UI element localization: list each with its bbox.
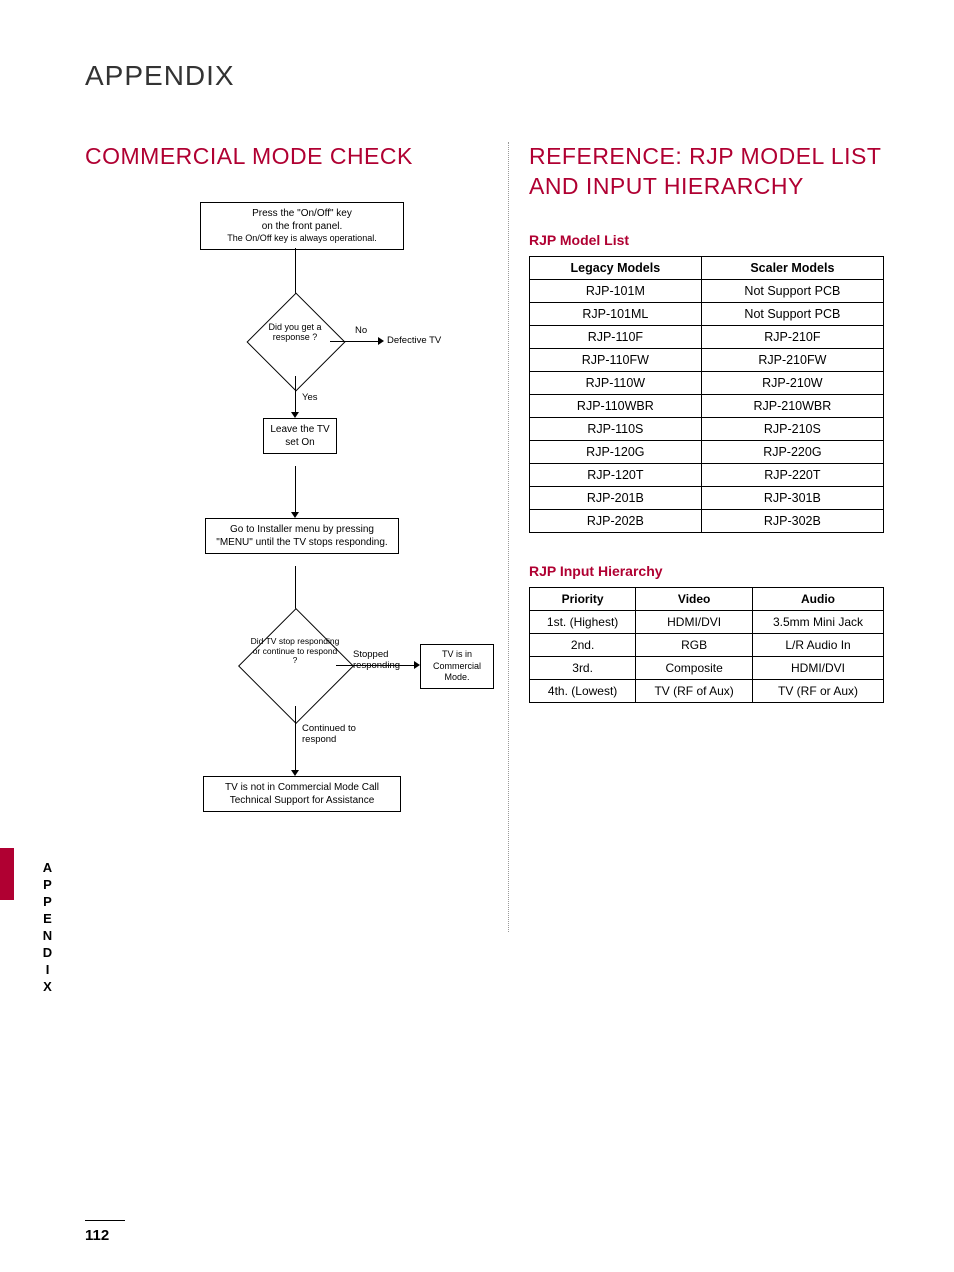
cell-legacy: RJP-120G	[529, 440, 701, 463]
flow-start-line2: on the front panel.	[207, 220, 397, 233]
hierarchy-table: Priority Video Audio 1st. (Highest)HDMI/…	[529, 587, 884, 703]
th-audio: Audio	[753, 587, 884, 610]
table-row: RJP-120GRJP-220G	[529, 440, 883, 463]
table-row: 1st. (Highest)HDMI/DVI3.5mm Mini Jack	[529, 610, 883, 633]
flow-installer-box: Go to Installer menu by pressing "MENU" …	[205, 518, 399, 554]
cell-legacy: RJP-101M	[529, 279, 701, 302]
cell-priority: 3rd.	[529, 656, 635, 679]
cell-video: TV (RF of Aux)	[636, 679, 753, 702]
cell-audio: HDMI/DVI	[753, 656, 884, 679]
page-title: APPENDIX	[85, 60, 884, 92]
cell-scaler: RJP-210S	[701, 417, 883, 440]
table-header-row: Legacy Models Scaler Models	[529, 256, 883, 279]
cell-scaler: RJP-210WBR	[701, 394, 883, 417]
cell-scaler: RJP-220T	[701, 463, 883, 486]
flow-line	[295, 376, 296, 414]
th-legacy: Legacy Models	[529, 256, 701, 279]
cell-scaler: RJP-220G	[701, 440, 883, 463]
commercial-mode-heading: COMMERCIAL MODE CHECK	[85, 142, 488, 172]
table-row: RJP-110SRJP-210S	[529, 417, 883, 440]
flow-line	[295, 466, 296, 514]
table-row: 2nd.RGBL/R Audio In	[529, 633, 883, 656]
flow-decision-2-text: Did TV stop responding or continue to re…	[250, 637, 340, 666]
flow-start-line1: Press the "On/Off" key	[207, 207, 397, 220]
cell-legacy: RJP-202B	[529, 509, 701, 532]
flow-start-line3: The On/Off key is always operational.	[207, 233, 397, 245]
table-row: 3rd.CompositeHDMI/DVI	[529, 656, 883, 679]
cell-legacy: RJP-101ML	[529, 302, 701, 325]
reference-heading: REFERENCE: RJP MODEL LIST AND INPUT HIER…	[529, 142, 884, 202]
flow-no-label: No	[355, 326, 367, 337]
arrow-right-icon	[378, 337, 384, 345]
flow-yes-label: Yes	[302, 393, 318, 404]
cell-legacy: RJP-110WBR	[529, 394, 701, 417]
cell-legacy: RJP-110F	[529, 325, 701, 348]
table-row: RJP-120TRJP-220T	[529, 463, 883, 486]
table-row: RJP-110FRJP-210F	[529, 325, 883, 348]
table-row: 4th. (Lowest)TV (RF of Aux)TV (RF or Aux…	[529, 679, 883, 702]
cell-priority: 4th. (Lowest)	[529, 679, 635, 702]
left-column: COMMERCIAL MODE CHECK Press the "On/Off"…	[85, 142, 508, 932]
cell-audio: 3.5mm Mini Jack	[753, 610, 884, 633]
cell-scaler: RJP-302B	[701, 509, 883, 532]
cell-scaler: RJP-210F	[701, 325, 883, 348]
cell-legacy: RJP-110W	[529, 371, 701, 394]
flow-commercial-box: TV is in Commercial Mode.	[420, 644, 494, 689]
cell-scaler: RJP-210W	[701, 371, 883, 394]
cell-scaler: RJP-210FW	[701, 348, 883, 371]
th-video: Video	[636, 587, 753, 610]
model-list-title: RJP Model List	[529, 232, 884, 248]
flow-leave-on: Leave the TV set On	[263, 418, 337, 454]
cell-scaler: Not Support PCB	[701, 302, 883, 325]
flow-line	[295, 706, 296, 772]
table-header-row: Priority Video Audio	[529, 587, 883, 610]
cell-priority: 1st. (Highest)	[529, 610, 635, 633]
table-row: RJP-201BRJP-301B	[529, 486, 883, 509]
flow-line	[330, 341, 380, 342]
table-row: RJP-110WBRRJP-210WBR	[529, 394, 883, 417]
table-row: RJP-202BRJP-302B	[529, 509, 883, 532]
model-list-table: Legacy Models Scaler Models RJP-101MNot …	[529, 256, 884, 533]
flow-continued-label: Continued to respond	[302, 724, 362, 746]
table-row: RJP-101MLNot Support PCB	[529, 302, 883, 325]
cell-scaler: Not Support PCB	[701, 279, 883, 302]
right-column: REFERENCE: RJP MODEL LIST AND INPUT HIER…	[508, 142, 884, 932]
page-number: 112	[85, 1220, 125, 1244]
table-row: RJP-110WRJP-210W	[529, 371, 883, 394]
table-row: RJP-101MNot Support PCB	[529, 279, 883, 302]
flow-decision-1-text: Did you get a response ?	[250, 322, 340, 343]
cell-legacy: RJP-110S	[529, 417, 701, 440]
flow-not-commercial-box: TV is not in Commercial Mode Call Techni…	[203, 776, 401, 812]
cell-video: RGB	[636, 633, 753, 656]
cell-video: Composite	[636, 656, 753, 679]
hierarchy-title: RJP Input Hierarchy	[529, 563, 884, 579]
cell-scaler: RJP-301B	[701, 486, 883, 509]
table-row: RJP-110FWRJP-210FW	[529, 348, 883, 371]
cell-legacy: RJP-201B	[529, 486, 701, 509]
cell-audio: TV (RF or Aux)	[753, 679, 884, 702]
flow-start-box: Press the "On/Off" key on the front pane…	[200, 202, 404, 250]
cell-legacy: RJP-120T	[529, 463, 701, 486]
cell-priority: 2nd.	[529, 633, 635, 656]
cell-legacy: RJP-110FW	[529, 348, 701, 371]
th-scaler: Scaler Models	[701, 256, 883, 279]
cell-video: HDMI/DVI	[636, 610, 753, 633]
cell-audio: L/R Audio In	[753, 633, 884, 656]
flow-defective-tv: Defective TV	[387, 336, 441, 347]
flow-stopped-label: Stopped responding	[353, 650, 413, 672]
flowchart: Press the "On/Off" key on the front pane…	[95, 202, 475, 932]
th-priority: Priority	[529, 587, 635, 610]
